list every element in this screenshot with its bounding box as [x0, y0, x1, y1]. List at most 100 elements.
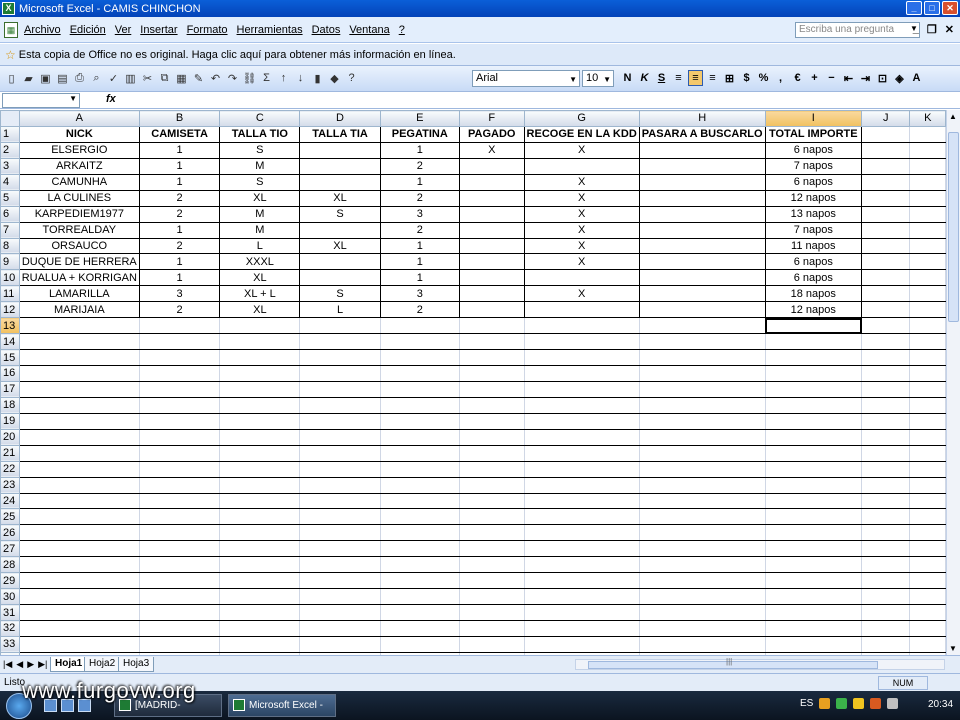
cell[interactable]: [860, 141, 911, 159]
cell[interactable]: 2: [138, 237, 221, 255]
row-header[interactable]: 30: [0, 588, 20, 606]
taskbar-item-excel[interactable]: Microsoft Excel - CA...: [228, 694, 336, 717]
cell[interactable]: [138, 572, 221, 590]
cell[interactable]: [638, 365, 766, 382]
row-header[interactable]: 20: [0, 428, 20, 446]
cell[interactable]: [138, 412, 221, 430]
cell[interactable]: [523, 588, 640, 606]
cell[interactable]: [379, 556, 460, 574]
row-header[interactable]: 8: [0, 237, 20, 255]
cell[interactable]: [764, 349, 863, 366]
row-header[interactable]: 11: [0, 285, 20, 303]
cell[interactable]: DUQUE DE HERRERA: [18, 253, 140, 271]
cell[interactable]: [860, 269, 911, 287]
cell[interactable]: LAMARILLA: [18, 285, 140, 303]
cell[interactable]: [299, 476, 381, 494]
cell[interactable]: 1: [138, 141, 221, 159]
cell[interactable]: [18, 380, 140, 398]
cell[interactable]: [458, 301, 525, 319]
column-header[interactable]: A: [18, 110, 140, 127]
cell[interactable]: [458, 540, 525, 558]
cell[interactable]: [764, 365, 863, 382]
cell[interactable]: 1: [379, 237, 460, 255]
cell[interactable]: [909, 508, 946, 526]
cell[interactable]: 2: [379, 189, 460, 207]
close-button[interactable]: ✕: [942, 1, 958, 15]
cell[interactable]: [638, 428, 766, 446]
cell[interactable]: [860, 333, 911, 351]
cell[interactable]: [458, 460, 525, 478]
cell[interactable]: [523, 620, 640, 637]
maximize-button[interactable]: □: [924, 1, 940, 15]
cell[interactable]: [299, 604, 381, 621]
tray-app-icon[interactable]: [870, 698, 882, 709]
cell[interactable]: 1: [138, 173, 221, 191]
cell[interactable]: TOTAL IMPORTE: [764, 125, 863, 143]
cell[interactable]: [638, 460, 766, 478]
cell[interactable]: X: [523, 285, 640, 303]
cell[interactable]: 12 napos: [764, 189, 863, 207]
cell[interactable]: 2: [138, 189, 221, 207]
cell[interactable]: [764, 620, 863, 637]
cell[interactable]: [458, 524, 525, 542]
cell[interactable]: [219, 540, 301, 558]
cell[interactable]: [909, 492, 946, 510]
cell[interactable]: [138, 635, 221, 653]
cell[interactable]: [523, 412, 640, 430]
cell[interactable]: [458, 157, 525, 175]
next-sheet-icon[interactable]: ▶: [27, 659, 34, 670]
row-header[interactable]: 24: [0, 492, 20, 510]
cell[interactable]: S: [219, 173, 301, 191]
cell[interactable]: [523, 301, 640, 319]
cell[interactable]: [18, 588, 140, 606]
cell[interactable]: [860, 460, 911, 478]
cell[interactable]: [458, 492, 525, 510]
chart-wizard-icon[interactable]: ▮: [310, 70, 325, 86]
cell[interactable]: [219, 365, 301, 382]
cell[interactable]: TALLA TIO: [219, 125, 301, 143]
print-preview-icon[interactable]: ⌕: [89, 70, 104, 86]
cell[interactable]: 1: [138, 253, 221, 271]
cell[interactable]: [299, 349, 381, 366]
cell[interactable]: [909, 380, 946, 398]
cell[interactable]: [219, 572, 301, 590]
percent-icon[interactable]: %: [756, 70, 771, 86]
column-header[interactable]: B: [138, 110, 221, 127]
first-sheet-icon[interactable]: |◀: [3, 659, 12, 670]
sort-ascending-icon[interactable]: ↑: [276, 70, 291, 86]
row-header[interactable]: 23: [0, 476, 20, 494]
menu-ventana[interactable]: Ventana: [349, 24, 389, 36]
row-header[interactable]: 1: [0, 125, 20, 143]
cell[interactable]: [18, 635, 140, 653]
language-indicator[interactable]: ES: [800, 698, 813, 709]
chevron-down-icon[interactable]: ▼: [569, 72, 577, 87]
cell[interactable]: [909, 205, 946, 223]
cell[interactable]: [909, 157, 946, 175]
cell[interactable]: [523, 380, 640, 398]
cell[interactable]: [458, 635, 525, 653]
cell[interactable]: L: [299, 301, 381, 319]
cell[interactable]: [138, 460, 221, 478]
cell[interactable]: [860, 540, 911, 558]
cell[interactable]: [458, 508, 525, 526]
cell[interactable]: [909, 285, 946, 303]
scroll-down-icon[interactable]: ▼: [949, 644, 957, 653]
doc-close-button[interactable]: ✕: [945, 23, 954, 36]
horizontal-scrollbar[interactable]: |||: [575, 657, 945, 670]
row-header[interactable]: 33: [0, 635, 20, 653]
euro-icon[interactable]: €: [790, 70, 805, 86]
cell[interactable]: [523, 572, 640, 590]
cell[interactable]: X: [523, 141, 640, 159]
cell[interactable]: [138, 540, 221, 558]
cell[interactable]: RUALUA + KORRIGAN: [18, 269, 140, 287]
row-header[interactable]: 6: [0, 205, 20, 223]
hyperlink-icon[interactable]: ⛓: [242, 70, 257, 86]
cell[interactable]: 1: [138, 157, 221, 175]
cell[interactable]: [909, 141, 946, 159]
cell[interactable]: [219, 428, 301, 446]
cell[interactable]: [860, 253, 911, 271]
row-header[interactable]: 22: [0, 460, 20, 478]
cell[interactable]: [638, 556, 766, 574]
name-box[interactable]: ▼: [2, 93, 80, 108]
cell[interactable]: [219, 476, 301, 494]
